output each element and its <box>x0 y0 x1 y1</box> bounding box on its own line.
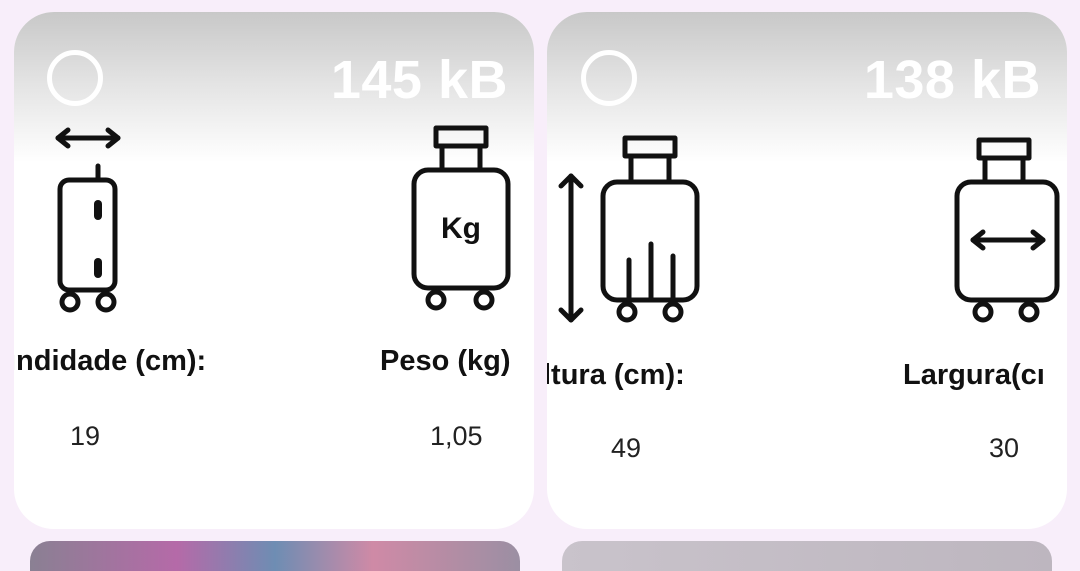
kg-icon-text: Kg <box>441 212 481 245</box>
luggage-depth-icon <box>55 127 121 313</box>
attribute-value-width: 30 <box>989 433 1020 463</box>
attribute-label-depth: ındidade (cm): <box>14 345 207 377</box>
select-circle-icon[interactable] <box>47 50 103 106</box>
file-size: 138 kB <box>863 50 1041 110</box>
luggage-height-icon <box>558 135 700 323</box>
attribute-label-width: Largura(cı <box>903 359 1045 391</box>
attribute-label-height: ltura (cm): <box>547 359 685 391</box>
file-size: 145 kB <box>330 50 508 110</box>
next-card-preview[interactable] <box>30 541 520 571</box>
attribute-label-weight: Peso (kg) <box>380 345 511 377</box>
product-card-2[interactable]: 138 kB ltura (cm): 49 Largura(cı 30 <box>547 12 1067 529</box>
product-card-1[interactable]: 145 kB ındidade (cm): 19 Kg Peso (kg) 1,… <box>14 12 534 529</box>
next-card-preview[interactable] <box>562 541 1052 571</box>
attribute-value-height: 49 <box>611 433 642 463</box>
attribute-value-depth: 19 <box>70 421 101 451</box>
attribute-value-weight: 1,05 <box>430 421 483 451</box>
luggage-weight-icon: Kg <box>411 125 511 311</box>
select-circle-icon[interactable] <box>581 50 637 106</box>
luggage-width-icon <box>954 137 1060 323</box>
